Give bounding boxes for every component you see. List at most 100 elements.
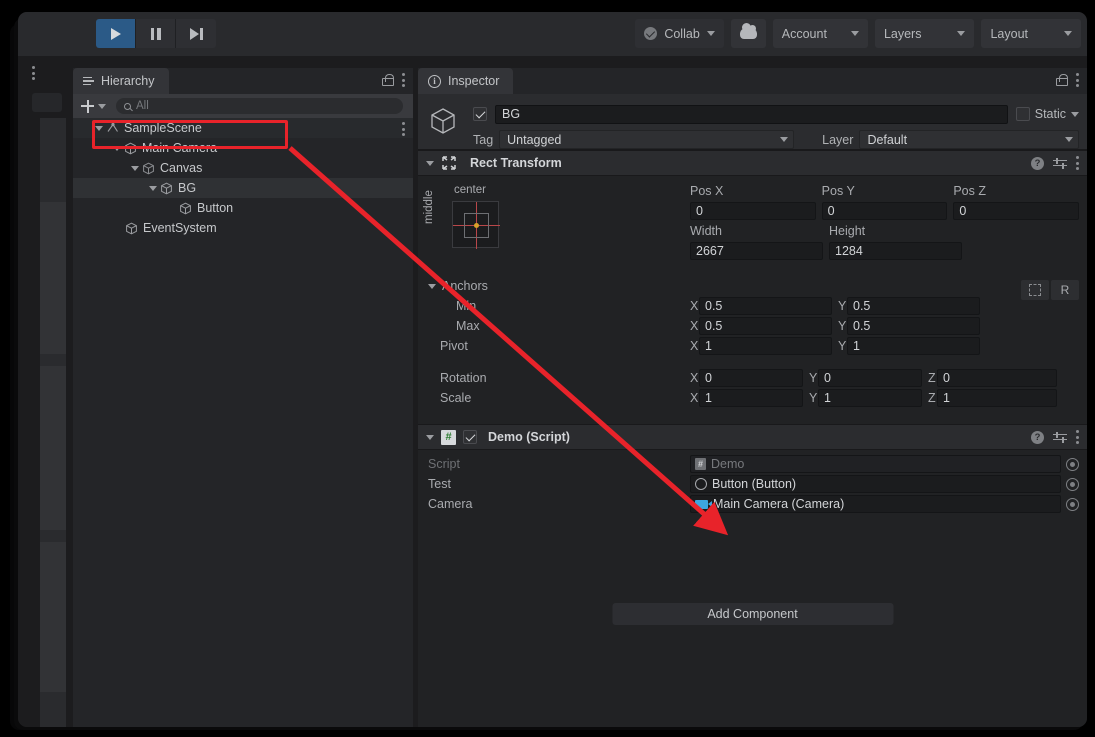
hierarchy-item-bg[interactable]: BG [73, 178, 413, 198]
anchor-min-y-input[interactable]: 0.5 [847, 297, 980, 315]
anchors-max-row: Max X 0.5 Y 0.5 [418, 316, 1087, 336]
inspector-kebab-menu[interactable] [1076, 73, 1079, 87]
chevron-down-icon[interactable] [426, 434, 434, 440]
tag-layer-row: Tag Untagged Layer Default [473, 130, 1079, 149]
anchor-preset-widget[interactable]: center middle [423, 184, 504, 254]
hierarchy-panel-icons [382, 73, 405, 87]
gameobject-name-row: BG Static [473, 104, 1079, 124]
raw-edit-button[interactable]: R [1051, 280, 1079, 300]
gameobject-cube-icon [428, 106, 458, 136]
preset-icon[interactable] [1053, 157, 1067, 169]
help-icon[interactable]: ? [1031, 156, 1044, 170]
camera-object-field[interactable]: Main Camera (Camera) [690, 495, 1061, 513]
hierarchy-item-label: EventSystem [143, 221, 217, 235]
chevron-down-icon[interactable] [426, 160, 434, 166]
blueprint-mode-button[interactable] [1021, 280, 1049, 300]
hierarchy-item-canvas[interactable]: Canvas [73, 158, 413, 178]
rotation-y-input[interactable]: 0 [818, 369, 922, 387]
anchor-max-x-input[interactable]: 0.5 [699, 317, 832, 335]
pause-button[interactable] [136, 19, 176, 48]
tab-inspector[interactable]: i Inspector [418, 68, 514, 94]
layout-dropdown[interactable]: Layout [981, 19, 1081, 48]
axis-y-label: Y [809, 371, 818, 385]
test-value: Button (Button) [712, 477, 797, 491]
pos-y-input[interactable]: 0 [821, 202, 948, 220]
pivot-x-value: 1 [705, 339, 712, 353]
lock-icon[interactable] [382, 74, 394, 86]
axis-x-label: X [690, 371, 699, 385]
add-component-button[interactable]: Add Component [612, 603, 893, 625]
step-button[interactable] [176, 19, 216, 48]
rect-transform-fields: Pos X Pos Y Pos Z 0 0 0 Width Height 266… [690, 182, 1080, 260]
rail-scroll-strip[interactable] [40, 118, 66, 727]
scale-label: Scale [440, 391, 472, 405]
scale-x-input[interactable]: 1 [699, 389, 803, 407]
hierarchy-tab-bar: Hierarchy [73, 68, 413, 94]
demo-script-kebab-menu[interactable] [1076, 430, 1079, 444]
create-object-button[interactable] [81, 99, 106, 113]
pos-z-label: Pos Z [953, 184, 986, 198]
test-object-field[interactable]: Button (Button) [690, 475, 1061, 493]
anchors-section-row[interactable]: Anchors [418, 276, 1087, 296]
demo-script-header[interactable]: # Demo (Script) ? [418, 424, 1087, 450]
rail-collapsed-tab[interactable] [32, 93, 62, 112]
script-picker-icon[interactable] [1066, 457, 1079, 471]
test-field-row: Test Button (Button) [418, 474, 1087, 494]
rotation-x-value: 0 [705, 371, 712, 385]
hierarchy-item-eventsystem[interactable]: EventSystem [73, 218, 413, 238]
play-button[interactable] [96, 19, 136, 48]
pivot-y-input[interactable]: 1 [847, 337, 980, 355]
hierarchy-search-value: All [136, 100, 149, 112]
script-field-row: Script # Demo [418, 454, 1087, 474]
test-picker-icon[interactable] [1066, 477, 1079, 491]
cube-icon [160, 182, 173, 195]
chevron-down-icon[interactable] [113, 145, 121, 151]
collab-button[interactable]: Collab [635, 19, 724, 48]
gameobject-enabled-checkbox[interactable] [473, 107, 487, 121]
chevron-down-icon[interactable] [131, 165, 139, 171]
width-input[interactable]: 2667 [690, 242, 823, 260]
mini-script-icon: # [695, 458, 706, 470]
pos-x-input[interactable]: 0 [690, 202, 816, 220]
hierarchy-kebab-menu[interactable] [402, 73, 405, 87]
height-input[interactable]: 1284 [829, 242, 962, 260]
rotation-z-input[interactable]: 0 [937, 369, 1057, 387]
scale-z-input[interactable]: 1 [937, 389, 1057, 407]
tag-dropdown[interactable]: Untagged [499, 130, 795, 149]
pivot-x-input[interactable]: 1 [699, 337, 832, 355]
layer-dropdown[interactable]: Default [859, 130, 1079, 149]
layers-label: Layers [883, 26, 922, 41]
rotation-x-input[interactable]: 0 [699, 369, 803, 387]
pos-z-input[interactable]: 0 [953, 202, 1080, 220]
hierarchy-item-main-camera[interactable]: Main Camera [73, 138, 413, 158]
chevron-down-icon[interactable] [1071, 111, 1079, 117]
scale-y-input[interactable]: 1 [818, 389, 922, 407]
static-checkbox[interactable] [1015, 107, 1030, 121]
rail-kebab-menu[interactable] [32, 66, 35, 80]
inspector-panel-icons [1056, 73, 1079, 87]
rect-transform-header[interactable]: Rect Transform ? [418, 150, 1087, 176]
scene-kebab-menu[interactable] [402, 122, 405, 136]
tab-hierarchy[interactable]: Hierarchy [73, 68, 169, 94]
gameobject-name-field[interactable]: BG [495, 104, 1008, 124]
preset-icon[interactable] [1053, 431, 1067, 443]
cloud-button[interactable] [730, 19, 766, 48]
hierarchy-search-input[interactable]: All [116, 98, 403, 114]
account-dropdown[interactable]: Account [772, 19, 868, 48]
chevron-down-icon[interactable] [428, 283, 436, 289]
demo-script-enabled-checkbox[interactable] [463, 430, 477, 444]
width-label: Width [690, 224, 722, 238]
chevron-down-icon[interactable] [149, 185, 157, 191]
layers-dropdown[interactable]: Layers [874, 19, 975, 48]
blueprint-mode-icon [1029, 284, 1041, 296]
help-icon[interactable]: ? [1031, 430, 1044, 444]
chevron-down-icon[interactable] [95, 125, 103, 131]
position-label-row: Pos X Pos Y Pos Z [690, 182, 1079, 200]
hierarchy-item-samplescene[interactable]: SampleScene [73, 118, 413, 138]
anchor-max-y-input[interactable]: 0.5 [847, 317, 980, 335]
rect-transform-kebab-menu[interactable] [1076, 156, 1079, 170]
lock-icon[interactable] [1056, 74, 1068, 86]
hierarchy-item-button[interactable]: Button [73, 198, 413, 218]
camera-picker-icon[interactable] [1066, 497, 1079, 511]
anchor-min-x-input[interactable]: 0.5 [699, 297, 832, 315]
